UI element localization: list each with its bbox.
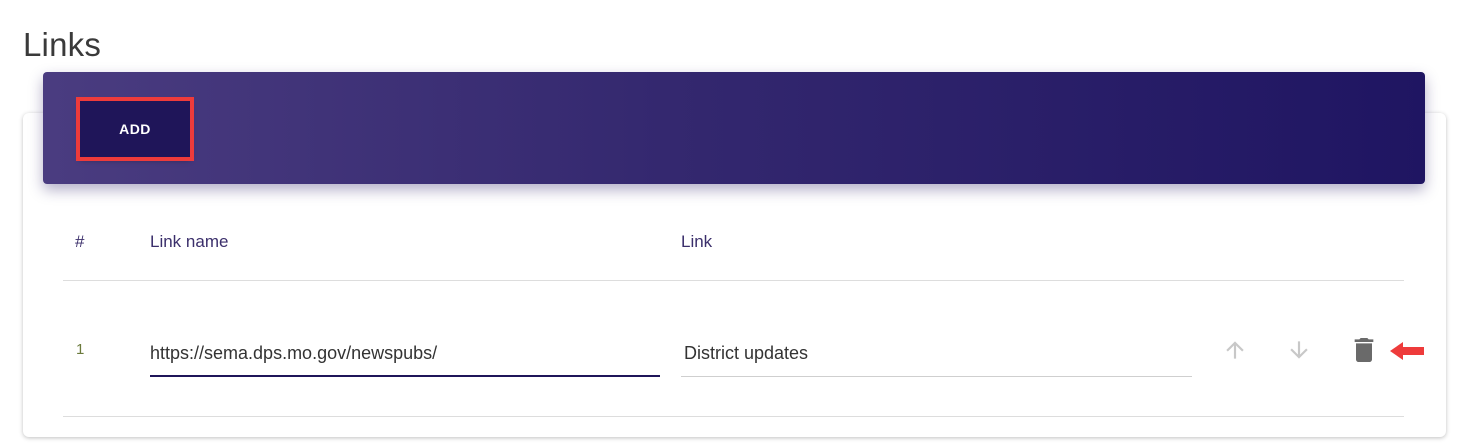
page-title: Links — [23, 26, 102, 63]
red-arrow-icon — [1390, 342, 1424, 360]
column-header-link-name: Link name — [150, 232, 229, 251]
link-name-input[interactable]: https://sema.dps.mo.gov/newspubs/ — [150, 343, 660, 377]
arrow-up-icon[interactable] — [1222, 337, 1248, 363]
arrow-down-icon[interactable] — [1286, 337, 1312, 363]
add-button[interactable]: ADD — [76, 97, 194, 161]
link-value: District updates — [684, 343, 809, 363]
card-header-toolbar — [43, 72, 1425, 184]
link-input[interactable]: District updates — [681, 343, 1192, 377]
header-divider — [63, 280, 1404, 281]
row-index: 1 — [76, 341, 85, 358]
column-header-link: Link — [681, 232, 713, 251]
link-name-value: https://sema.dps.mo.gov/newspubs/ — [150, 343, 438, 363]
row-divider — [63, 416, 1404, 417]
trash-icon[interactable] — [1348, 334, 1380, 366]
column-header-index: # — [75, 232, 85, 251]
